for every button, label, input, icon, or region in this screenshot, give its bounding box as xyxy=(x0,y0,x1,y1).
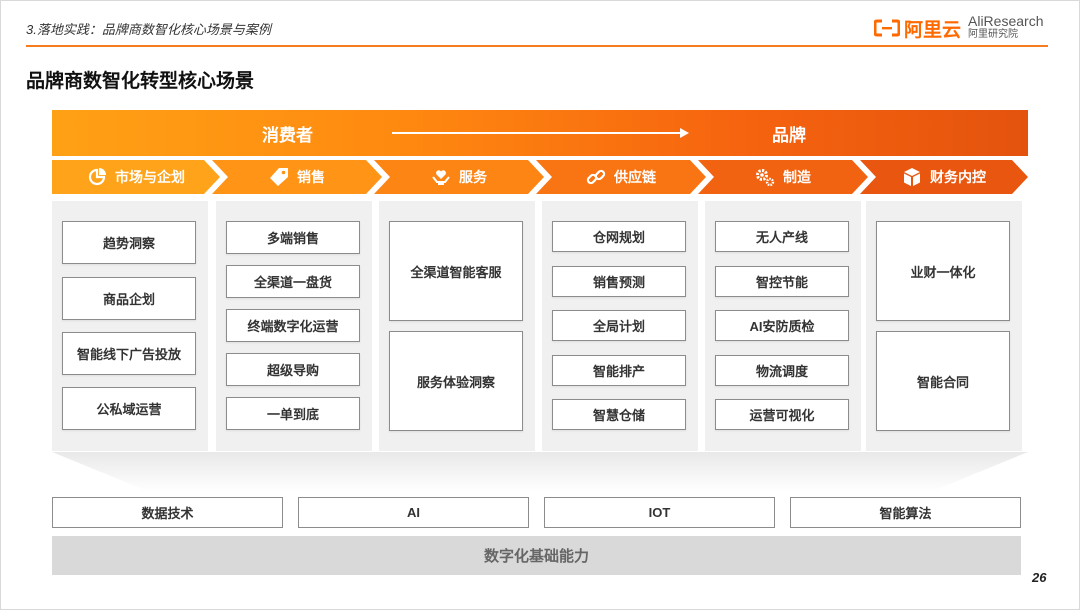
pie-chart-icon xyxy=(87,167,107,187)
column-finance-control: 业财一体化 智能合同 xyxy=(866,201,1022,451)
column-service: 全渠道智能客服 服务体验洞察 xyxy=(379,201,535,451)
scenario-card: 物流调度 xyxy=(715,355,849,386)
stage-market-planning: 市场与企划 xyxy=(52,160,220,194)
tech-iot: IOT xyxy=(544,497,775,528)
scenario-card: 多端销售 xyxy=(226,221,360,254)
column-supply-chain: 仓网规划 销售预测 全局计划 智能排产 智慧仓储 xyxy=(542,201,698,451)
stage-manufacturing: 制造 xyxy=(698,160,868,194)
aliresearch-logo: AliResearch 阿里研究院 xyxy=(968,13,1052,43)
stage-sales: 销售 xyxy=(212,160,382,194)
aliyun-logo: 阿里云 xyxy=(873,15,962,41)
gears-icon xyxy=(755,167,775,187)
price-tag-icon xyxy=(269,167,289,187)
aliyun-mark-icon xyxy=(873,19,901,37)
column-market-planning: 趋势洞察 商品企划 智能线下广告投放 公私域运营 xyxy=(52,201,208,451)
aliresearch-logo-top: AliResearch xyxy=(968,13,1044,29)
section-label: 3.落地实践：品牌商数智化核心场景与案例 xyxy=(26,22,271,37)
scenario-card: 终端数字化运营 xyxy=(226,309,360,342)
scenario-card: 智能线下广告投放 xyxy=(62,332,196,375)
page-number: 26 xyxy=(1032,570,1047,585)
aliyun-logo-text: 阿里云 xyxy=(904,19,962,41)
scenario-card: 趋势洞察 xyxy=(62,221,196,264)
box-icon xyxy=(902,167,922,187)
scenario-card: 超级导购 xyxy=(226,353,360,386)
page-title: 品牌商数智化转型核心场景 xyxy=(26,71,255,92)
stage-label: 供应链 xyxy=(614,169,656,185)
scenario-card: 全渠道一盘货 xyxy=(226,265,360,298)
heart-hand-icon xyxy=(431,167,451,187)
header-divider xyxy=(26,45,1048,47)
scenario-card: 运营可视化 xyxy=(715,399,849,430)
tech-data: 数据技术 xyxy=(52,497,283,528)
scenario-card: 商品企划 xyxy=(62,277,196,320)
consumer-to-brand-banner: 消费者 品牌 xyxy=(52,110,1028,156)
scenario-card: 一单到底 xyxy=(226,397,360,430)
stage-label: 服务 xyxy=(459,169,487,185)
scenario-card: 销售预测 xyxy=(552,266,686,297)
scenario-card: 全渠道智能客服 xyxy=(389,221,523,321)
chain-link-icon xyxy=(586,167,606,187)
digital-foundation-bar: 数字化基础能力 xyxy=(52,536,1021,575)
stage-label: 销售 xyxy=(297,169,325,185)
scenario-card: 仓网规划 xyxy=(552,221,686,252)
tech-algorithm: 智能算法 xyxy=(790,497,1021,528)
platform-reflection xyxy=(52,452,1028,492)
scenario-card: 服务体验洞察 xyxy=(389,331,523,431)
banner-brand-label: 品牌 xyxy=(772,126,806,145)
column-sales: 多端销售 全渠道一盘货 终端数字化运营 超级导购 一单到底 xyxy=(216,201,372,451)
stage-supply-chain: 供应链 xyxy=(536,160,706,194)
stage-chevron-row: 市场与企划 销售 服务 供应链 制造 财务内控 xyxy=(52,160,1028,194)
tech-ai: AI xyxy=(298,497,529,528)
scenario-card: 业财一体化 xyxy=(876,221,1010,321)
stage-service: 服务 xyxy=(374,160,544,194)
stage-label: 财务内控 xyxy=(930,169,986,185)
scenario-card: 智能排产 xyxy=(552,355,686,386)
banner-arrow-line xyxy=(392,132,682,134)
scenario-card: 全局计划 xyxy=(552,310,686,341)
banner-consumer-label: 消费者 xyxy=(262,126,313,145)
column-manufacturing: 无人产线 智控节能 AI安防质检 物流调度 运营可视化 xyxy=(705,201,861,451)
scenario-card: 公私域运营 xyxy=(62,387,196,430)
stage-finance-control: 财务内控 xyxy=(860,160,1028,194)
scenario-card: 智控节能 xyxy=(715,266,849,297)
stage-label: 制造 xyxy=(783,169,811,185)
scenario-card: 智能合同 xyxy=(876,331,1010,431)
banner-arrow-head-icon xyxy=(680,128,689,138)
aliresearch-logo-bottom: 阿里研究院 xyxy=(968,29,1018,40)
stage-label: 市场与企划 xyxy=(115,169,185,185)
scenario-card: AI安防质检 xyxy=(715,310,849,341)
scenario-card: 智慧仓储 xyxy=(552,399,686,430)
scenario-card: 无人产线 xyxy=(715,221,849,252)
